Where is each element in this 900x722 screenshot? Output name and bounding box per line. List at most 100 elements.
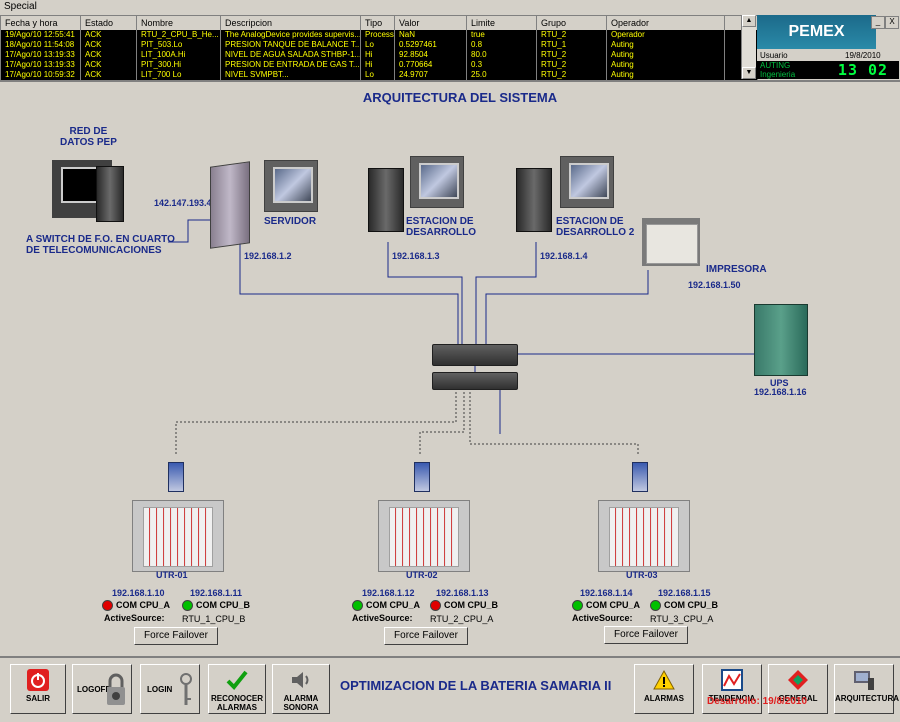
login-button[interactable]: LOGIN [140, 664, 200, 714]
utr2-name: UTR-02 [406, 570, 438, 580]
table-row[interactable]: 17/Ago/10 13:19:33 ACK PIT_300.Hi PRESION D… [1, 60, 757, 70]
utr1-active-source: RTU_1_CPU_B [182, 614, 246, 624]
minimize-button[interactable]: _ [871, 16, 885, 29]
table-cell: 19/Ago/10 12:55:41 [1, 30, 81, 40]
table-cell: 0.3 [467, 60, 537, 70]
estacion1-tower-icon[interactable] [368, 168, 404, 232]
utr1-com-a: COM CPU_A [116, 600, 171, 610]
utr3-rack-icon[interactable] [598, 500, 690, 572]
col-nombre[interactable]: Nombre [137, 16, 221, 30]
table-cell: RTU_2 [537, 60, 607, 70]
col-limite[interactable]: Limite [467, 16, 537, 30]
col-valor[interactable]: Valor [395, 16, 467, 30]
user-name: AUTING [760, 61, 791, 70]
utr2-com-b: COM CPU_B [444, 600, 499, 610]
utr1-rack-icon[interactable] [132, 500, 224, 572]
utr2-ip-a: 192.168.1.12 [362, 588, 415, 598]
utr3-led-b-icon [650, 600, 661, 611]
close-button[interactable]: X [885, 16, 899, 29]
table-row[interactable]: 17/Ago/10 13:19:33 ACK LIT_100A.Hi NIVEL DE… [1, 50, 757, 60]
power-icon [27, 669, 49, 691]
table-cell: PIT_300.Hi [137, 60, 221, 70]
pemex-logo: PEMEX [757, 15, 876, 49]
logoff-button[interactable]: LOGOFF [72, 664, 132, 714]
menu-special[interactable]: Special [0, 1, 37, 12]
table-cell: 18/Ago/10 11:54:08 [1, 40, 81, 50]
user-role: Ingenieria [760, 70, 796, 79]
pc-tower-icon [96, 166, 124, 222]
utr3-name: UTR-03 [626, 570, 658, 580]
network-switch-2-icon[interactable] [432, 372, 518, 390]
estacion1-monitor-icon[interactable] [410, 156, 464, 208]
utr3-ip-a: 192.168.1.14 [580, 588, 633, 598]
utr3-force-failover-button[interactable]: Force Failover [604, 626, 688, 644]
utr1-com-b: COM CPU_B [196, 600, 251, 610]
reconocer-alarmas-button[interactable]: RECONOCER ALARMAS [208, 664, 266, 714]
alarm-scrollbar[interactable]: ▲ ▼ [741, 15, 756, 79]
col-tipo[interactable]: Tipo [361, 16, 395, 30]
utr3-led-a-icon [572, 600, 583, 611]
footer-toolbar: SALIR LOGOFF LOGIN RECONOCER ALARMAS ALA… [0, 656, 900, 722]
pemex-logo-text: PEMEX [788, 23, 845, 40]
utr2-led-b-icon [430, 600, 441, 611]
utr1-module-icon [168, 462, 184, 492]
utr3-module-icon [632, 462, 648, 492]
clock-display: 13 02 57 [827, 61, 899, 97]
ups-ip: 192.168.1.16 [754, 387, 807, 397]
table-cell: Auting [607, 60, 725, 70]
key-icon [180, 673, 192, 705]
estacion2-tower-icon[interactable] [516, 168, 552, 232]
red-datos-label: RED DE DATOS PEP [60, 126, 117, 148]
table-cell: 80.0 [467, 50, 537, 60]
table-row[interactable]: 17/Ago/10 10:59:32 ACK LIT_700 Lo NIVEL SVM… [1, 70, 757, 80]
estacion2-monitor-icon[interactable] [560, 156, 614, 208]
computer-icon [854, 671, 874, 690]
utr2-module-icon [414, 462, 430, 492]
network-switch-icon[interactable] [432, 344, 518, 366]
servidor-monitor-icon[interactable] [264, 160, 318, 212]
table-cell: NaN [395, 30, 467, 40]
arquitectura-label: ARQUITECTURA [835, 694, 899, 703]
speaker-icon [292, 672, 309, 688]
table-row[interactable]: 19/Ago/10 12:55:41 ACK RTU_2_CPU_B_He... Th… [1, 30, 757, 40]
padlock-icon [107, 673, 125, 705]
estacion1-label: ESTACION DE DESARROLLO [406, 216, 476, 238]
utr2-led-a-icon [352, 600, 363, 611]
col-estado[interactable]: Estado [81, 16, 137, 30]
app-title: OPTIMIZACION DE LA BATERIA SAMARIA II [340, 678, 612, 693]
utr1-force-failover-button[interactable]: Force Failover [134, 627, 218, 645]
table-row[interactable]: 18/Ago/10 11:54:08 ACK PIT_503.Lo PRESION T… [1, 40, 757, 50]
scroll-up-icon[interactable]: ▲ [742, 15, 756, 27]
impresora-ip: 192.168.1.50 [688, 280, 741, 290]
salir-button[interactable]: SALIR [10, 664, 66, 714]
user-info: AUTING Ingenieria [757, 61, 827, 79]
col-grupo[interactable]: Grupo [537, 16, 607, 30]
table-cell: PRESION DE ENTRADA DE GAS T... [221, 60, 361, 70]
col-fecha[interactable]: Fecha y hora [1, 16, 81, 30]
impresora-label: IMPRESORA [706, 264, 767, 275]
alarma-sonora-button[interactable]: ALARMA SONORA [272, 664, 330, 714]
alarma-sonora-label: ALARMA SONORA [283, 694, 319, 712]
utr2-force-failover-button[interactable]: Force Failover [384, 627, 468, 645]
utr2-rack-icon[interactable] [378, 500, 470, 572]
printer-icon[interactable] [642, 218, 700, 266]
alarmas-button[interactable]: ALARMAS [634, 664, 694, 714]
table-cell: ACK [81, 30, 137, 40]
login-label: LOGIN [147, 685, 173, 694]
col-descripcion[interactable]: Descripcion [221, 16, 361, 30]
utr2-ip-b: 192.168.1.13 [436, 588, 489, 598]
arquitectura-button[interactable]: ARQUITECTURA [834, 664, 899, 714]
table-cell: The AnalogDevice provides supervis... [221, 30, 361, 40]
utr1-ip-a: 192.168.1.10 [112, 588, 165, 598]
estacion1-ip: 192.168.1.3 [392, 251, 440, 261]
utr1-led-a-icon [102, 600, 113, 611]
ups-icon[interactable] [754, 304, 808, 376]
utr2-active-source: RTU_2_CPU_A [430, 614, 494, 624]
alarm-table[interactable]: Fecha y hora Estado Nombre Descripcion T… [0, 15, 758, 81]
alarmas-label: ALARMAS [644, 694, 684, 703]
server-icon[interactable] [210, 161, 250, 249]
utr2-com-a: COM CPU_A [366, 600, 421, 610]
header-panel: PEMEX _ X Usuario 19/8/2010 AUTING Ingen… [757, 15, 900, 97]
scroll-down-icon[interactable]: ▼ [742, 67, 756, 79]
col-operador[interactable]: Operador [607, 16, 725, 30]
